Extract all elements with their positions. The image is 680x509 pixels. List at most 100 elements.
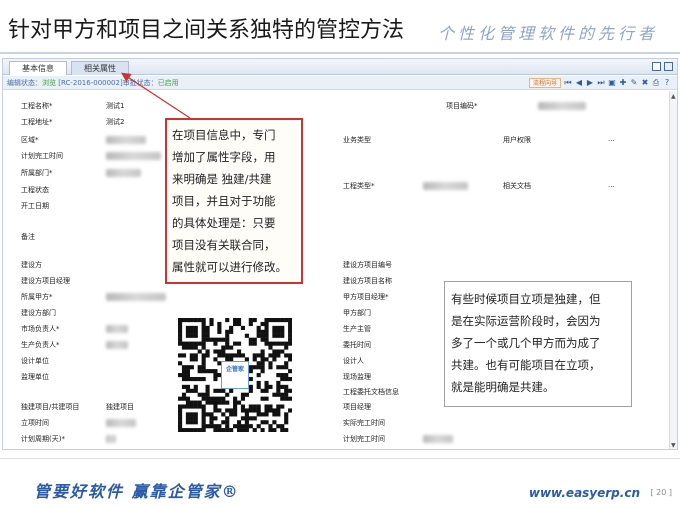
tab-basic-info[interactable]: 基本信息 [9, 61, 67, 75]
qr-module [276, 392, 281, 397]
qr-module [244, 333, 249, 338]
delete-icon[interactable]: ✖ [641, 79, 649, 87]
qr-module [236, 420, 242, 425]
value-production-owner[interactable] [106, 341, 128, 349]
callout2-line: 就是能明确是共建。 [451, 380, 555, 394]
qr-module [264, 357, 269, 362]
qr-module [201, 357, 206, 362]
qr-module [272, 408, 277, 413]
help-icon[interactable]: ? [663, 79, 671, 87]
flow-wizard-button[interactable]: 流程向导 [528, 78, 561, 88]
qr-module [205, 329, 210, 334]
last-record-icon[interactable]: ⏭ [597, 79, 605, 87]
value-project-address[interactable]: 测试2 [106, 117, 124, 127]
value-region[interactable] [106, 136, 146, 144]
qr-module [260, 365, 265, 370]
edit-icon[interactable]: ✎ [630, 79, 638, 87]
qr-module [264, 337, 269, 342]
qr-module [264, 420, 269, 425]
value-plan-finish[interactable] [106, 152, 161, 160]
value-project-name[interactable]: 测试1 [106, 101, 124, 111]
qr-module [284, 361, 289, 366]
value-approval-time[interactable] [106, 419, 136, 427]
qr-module [248, 404, 253, 409]
qr-module [268, 353, 273, 358]
qr-module [256, 404, 261, 409]
callout2-line: 有些时候项目立项是独建，但 [451, 292, 601, 306]
label-site-supervisor: 现场监理 [343, 373, 371, 381]
qr-module [252, 318, 257, 323]
prev-record-icon[interactable]: ◀ [575, 79, 583, 87]
window-close-icon[interactable] [664, 62, 673, 71]
qr-module [197, 349, 202, 354]
qr-module [276, 329, 281, 334]
qr-module [185, 365, 190, 370]
qr-module [181, 345, 187, 350]
qr-module [260, 361, 265, 366]
label-party-a-pm: 甲方项目经理* [343, 293, 389, 301]
qr-module [213, 400, 218, 405]
qr-module [225, 408, 230, 413]
save-icon[interactable]: ▣ [608, 79, 616, 87]
label-project-address: 工程地址* [21, 118, 53, 126]
qr-module [225, 329, 230, 334]
qr-module [260, 396, 265, 401]
qr-module [225, 420, 230, 425]
value-party-a[interactable] [106, 293, 166, 301]
qr-module [221, 337, 226, 342]
qr-module [240, 424, 246, 429]
user-permission-picker[interactable]: ... [608, 135, 615, 143]
related-docs-picker[interactable]: ... [608, 181, 615, 189]
qr-module [229, 412, 234, 417]
qr-module [178, 361, 183, 366]
qr-module [221, 428, 226, 433]
qr-module [276, 318, 281, 323]
value-project-type[interactable] [423, 182, 468, 190]
label-builder-name: 建设方项目名称 [343, 277, 392, 285]
value-market-owner[interactable] [106, 325, 128, 333]
qr-module [276, 412, 281, 417]
value-department[interactable] [106, 169, 141, 177]
value-plan-finish-right[interactable] [423, 435, 453, 443]
value-project-mode[interactable]: 独建项目 [106, 402, 134, 412]
qr-module [189, 400, 194, 405]
qr-module [189, 428, 194, 433]
qr-module [229, 428, 234, 433]
qr-module [264, 408, 269, 413]
window-restore-icon[interactable] [652, 62, 661, 71]
add-icon[interactable]: ✚ [619, 79, 627, 87]
qr-module [217, 329, 222, 334]
qr-module [268, 361, 273, 366]
qr-module [284, 388, 289, 393]
footer-url[interactable]: www.easyerp.cn [529, 486, 640, 500]
qr-module [181, 404, 187, 409]
qr-module [201, 353, 206, 358]
callout2-line: 是在实际运营阶段时，会因为 [451, 314, 601, 328]
qr-module [256, 384, 261, 389]
first-record-icon[interactable]: ⏮ [564, 79, 572, 87]
qr-module [260, 428, 265, 433]
qr-module [284, 341, 289, 346]
value-plan-period[interactable] [106, 435, 116, 443]
qr-module [280, 318, 285, 323]
qr-module [193, 404, 198, 409]
qr-module [256, 325, 261, 330]
qr-module [229, 325, 234, 330]
qr-module [225, 318, 230, 323]
qr-module [260, 353, 265, 358]
page-number: [ 20 ] [650, 488, 672, 497]
scroll-down-icon[interactable]: ▼ [671, 442, 676, 449]
qr-module [189, 416, 194, 421]
qr-module [260, 333, 265, 338]
scroll-up-icon[interactable]: ▲ [671, 93, 676, 100]
qr-module [288, 408, 293, 413]
tab-related-attributes[interactable]: 相关属性 [71, 61, 129, 75]
qr-module [248, 408, 253, 413]
value-project-code[interactable] [538, 102, 586, 110]
qr-module [284, 376, 289, 382]
form-scrollbar[interactable]: ▲ ▼ [669, 91, 677, 449]
print-icon[interactable]: ⎙ [652, 79, 660, 87]
qr-module [221, 396, 226, 401]
next-record-icon[interactable]: ▶ [586, 79, 594, 87]
qr-module [240, 353, 246, 358]
